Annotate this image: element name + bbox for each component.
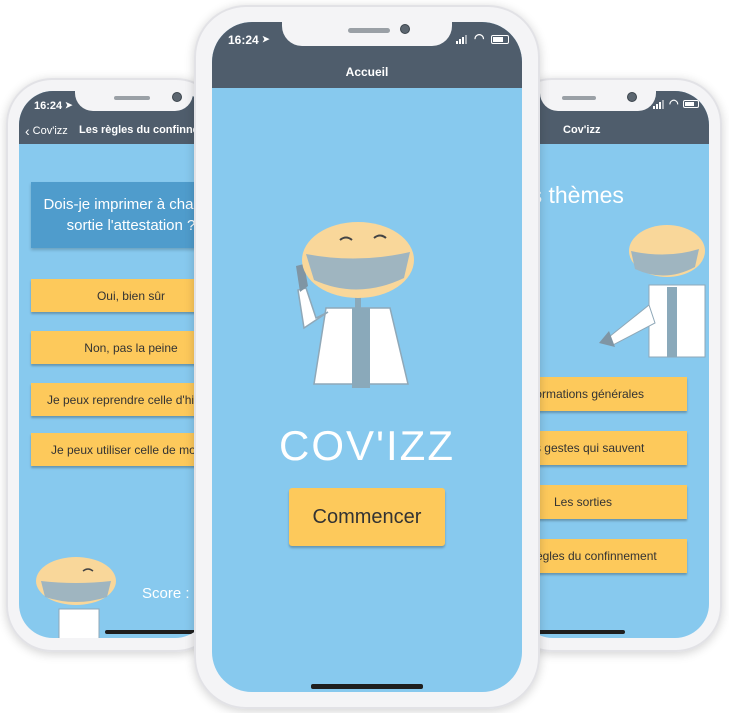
score-label: Score : [142, 585, 190, 602]
center-phone-screen: 16:24 ➤ ◠ Accueil COV'IZZ Commencer [212, 22, 522, 692]
location-arrow-icon: ➤ [262, 34, 270, 44]
left-speaker [114, 96, 150, 100]
center-home-indicator [311, 684, 423, 689]
center-status-time: 16:24 [228, 33, 259, 47]
theme-button-1[interactable]: Informations générales [519, 377, 687, 411]
right-notch [540, 91, 656, 111]
right-speaker [562, 96, 596, 100]
theme-label-2: Les gestes qui sauvent [521, 441, 645, 455]
left-status-time: 16:24 [34, 100, 63, 112]
right-nav-bar: Cov'izz [519, 115, 709, 144]
theme-button-3[interactable]: Les sorties [519, 485, 687, 519]
answer-button-1[interactable]: Oui, bien sûr [31, 279, 209, 312]
answer-button-4[interactable]: Je peux utiliser celle de mon voisin [31, 433, 209, 466]
location-arrow-icon: ➤ [65, 100, 73, 110]
answer-button-3[interactable]: Je peux reprendre celle d'hier [31, 383, 209, 416]
answer-label-4: Je peux utiliser celle de mon voisin [51, 442, 209, 457]
theme-button-2[interactable]: Les gestes qui sauvent [519, 431, 687, 465]
theme-button-4[interactable]: Les règles du confinnement [519, 539, 687, 573]
battery-icon [491, 35, 509, 44]
center-nav-title: Accueil [345, 65, 389, 79]
theme-label-1: Informations générales [521, 387, 645, 401]
answer-label-1: Oui, bien sûr [96, 288, 166, 303]
right-nav-title: Cov'izz [563, 124, 601, 136]
start-button-label: Commencer [312, 505, 422, 528]
center-camera [400, 24, 410, 34]
left-camera [172, 92, 182, 102]
center-speaker [348, 28, 390, 33]
answer-label-2: Non, pas la peine [84, 340, 178, 355]
battery-icon [683, 100, 699, 108]
wifi-icon: ◠ [474, 31, 485, 45]
center-notch [282, 22, 452, 46]
chevron-left-icon: ‹ [25, 123, 30, 139]
wifi-icon: ◠ [669, 98, 679, 110]
mascot-pointing-image [599, 225, 706, 358]
right-phone-screen: ◠ Cov'izz Les thèmes Informations généra… [519, 91, 709, 638]
question-text: Dois-je imprimer à chaque sortie l'attes… [43, 196, 209, 234]
right-camera [627, 92, 637, 102]
answer-label-3: Je peux reprendre celle d'hier [47, 392, 205, 407]
app-title: COV'IZZ [278, 422, 455, 469]
theme-label-3: Les sorties [553, 495, 613, 509]
mascot-small-image [36, 557, 116, 638]
left-nav-title: Les règles du confinnement [79, 124, 209, 136]
back-button[interactable]: ‹ Cov'izz [25, 123, 68, 139]
question-card: Dois-je imprimer à chaque sortie l'attes… [31, 182, 209, 248]
start-button[interactable]: Commencer [289, 488, 445, 546]
right-home-indicator [525, 630, 625, 634]
center-nav-bar: Accueil [212, 54, 522, 88]
left-home-indicator [105, 630, 205, 634]
doctor-mascot-image [296, 222, 414, 388]
signal-icon [653, 100, 664, 109]
signal-icon [456, 35, 467, 44]
back-label: Cov'izz [32, 125, 68, 137]
left-phone-screen: 16:24 ➤ ‹ Cov'izz Les règles du confinne… [19, 91, 209, 638]
answer-button-2[interactable]: Non, pas la peine [31, 331, 209, 364]
left-nav-bar: ‹ Cov'izz Les règles du confinnement [19, 115, 209, 144]
